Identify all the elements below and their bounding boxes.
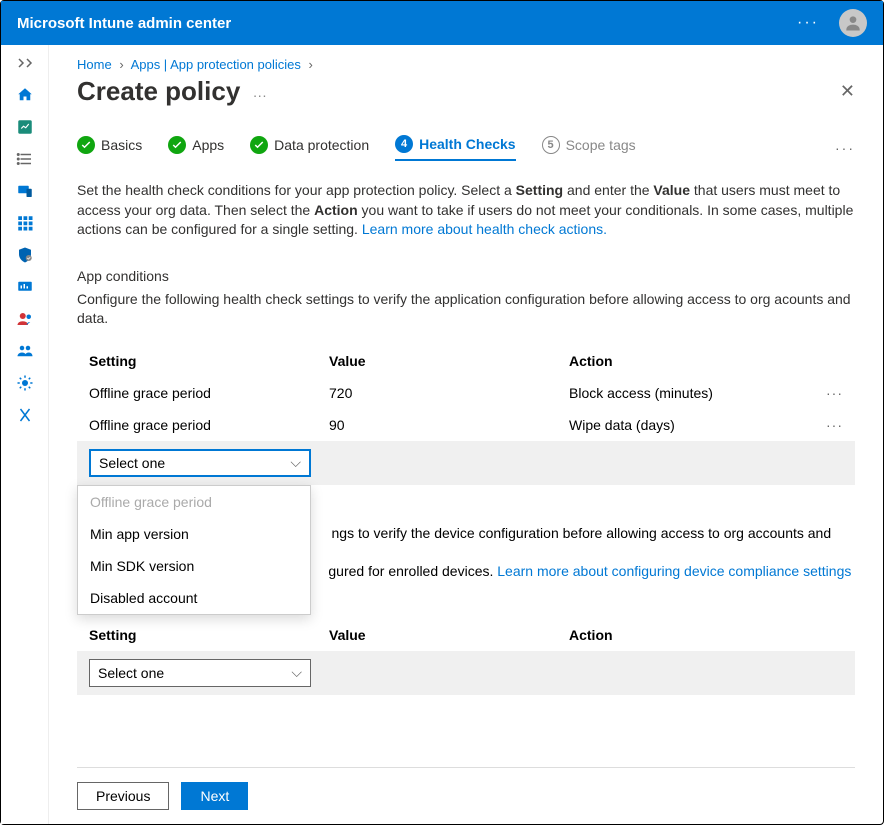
step-apps[interactable]: Apps <box>168 136 224 160</box>
check-icon <box>250 136 268 154</box>
check-icon <box>77 136 95 154</box>
page-title: Create policy <box>77 76 240 106</box>
crumb-home[interactable]: Home <box>77 57 112 72</box>
app-conditions-title: App conditions <box>77 268 855 284</box>
table-header: Setting Value Action <box>77 619 855 651</box>
step-health-checks[interactable]: 4 Health Checks <box>395 135 515 161</box>
home-icon[interactable] <box>15 85 35 105</box>
chevron-down-icon: ⌵ <box>291 664 302 681</box>
app-conditions-desc: Configure the following health check set… <box>77 290 855 329</box>
menu-item[interactable]: Min app version <box>78 518 310 550</box>
list-icon[interactable] <box>15 149 35 169</box>
security-icon[interactable] <box>15 245 35 265</box>
chevron-down-icon: ⌵ <box>290 454 301 471</box>
reports-icon[interactable] <box>15 277 35 297</box>
row-more-icon[interactable]: ··· <box>813 385 843 401</box>
check-icon <box>168 136 186 154</box>
learn-device-link[interactable]: Learn more about configuring device comp… <box>497 563 851 579</box>
groups-icon[interactable] <box>15 341 35 361</box>
menu-item: Offline grace period <box>78 486 310 518</box>
tenant-icon[interactable] <box>15 373 35 393</box>
apps-icon[interactable] <box>15 213 35 233</box>
users-icon[interactable] <box>15 309 35 329</box>
steps-more-icon[interactable]: ··· <box>835 140 855 156</box>
wizard-steps: Basics Apps Data protection 4 Health Che… <box>77 135 855 161</box>
troubleshoot-icon[interactable] <box>15 405 35 425</box>
header-more-icon[interactable]: ··· <box>797 14 819 32</box>
step-basics[interactable]: Basics <box>77 136 142 160</box>
dashboard-icon[interactable] <box>15 117 35 137</box>
table-row: Offline grace period 720 Block access (m… <box>77 377 855 409</box>
header-title: Microsoft Intune admin center <box>17 15 231 32</box>
devices-icon[interactable] <box>15 181 35 201</box>
sidebar <box>1 45 49 824</box>
crumb-apps[interactable]: Apps | App protection policies <box>131 57 301 72</box>
learn-more-link[interactable]: Learn more about health check actions. <box>362 221 607 237</box>
avatar[interactable] <box>839 9 867 37</box>
device-setting-dropdown[interactable]: Select one ⌵ <box>89 659 311 687</box>
step-data-protection[interactable]: Data protection <box>250 136 369 160</box>
expand-icon[interactable] <box>15 53 35 73</box>
row-more-icon[interactable]: ··· <box>813 417 843 433</box>
next-button[interactable]: Next <box>181 782 248 810</box>
setting-dropdown[interactable]: Select one ⌵ <box>89 449 311 477</box>
breadcrumb: Home › Apps | App protection policies › <box>77 57 855 72</box>
close-icon[interactable]: ✕ <box>840 81 855 102</box>
table-header: Setting Value Action <box>77 345 855 377</box>
dropdown-menu: Offline grace period Min app version Min… <box>77 485 311 615</box>
intro-text: Set the health check conditions for your… <box>77 181 855 240</box>
table-row: Offline grace period 90 Wipe data (days)… <box>77 409 855 441</box>
step-scope-tags[interactable]: 5 Scope tags <box>542 136 636 160</box>
menu-item[interactable]: Min SDK version <box>78 550 310 582</box>
previous-button[interactable]: Previous <box>77 782 169 810</box>
title-more-icon[interactable]: ··· <box>253 87 267 103</box>
menu-item[interactable]: Disabled account <box>78 582 310 614</box>
